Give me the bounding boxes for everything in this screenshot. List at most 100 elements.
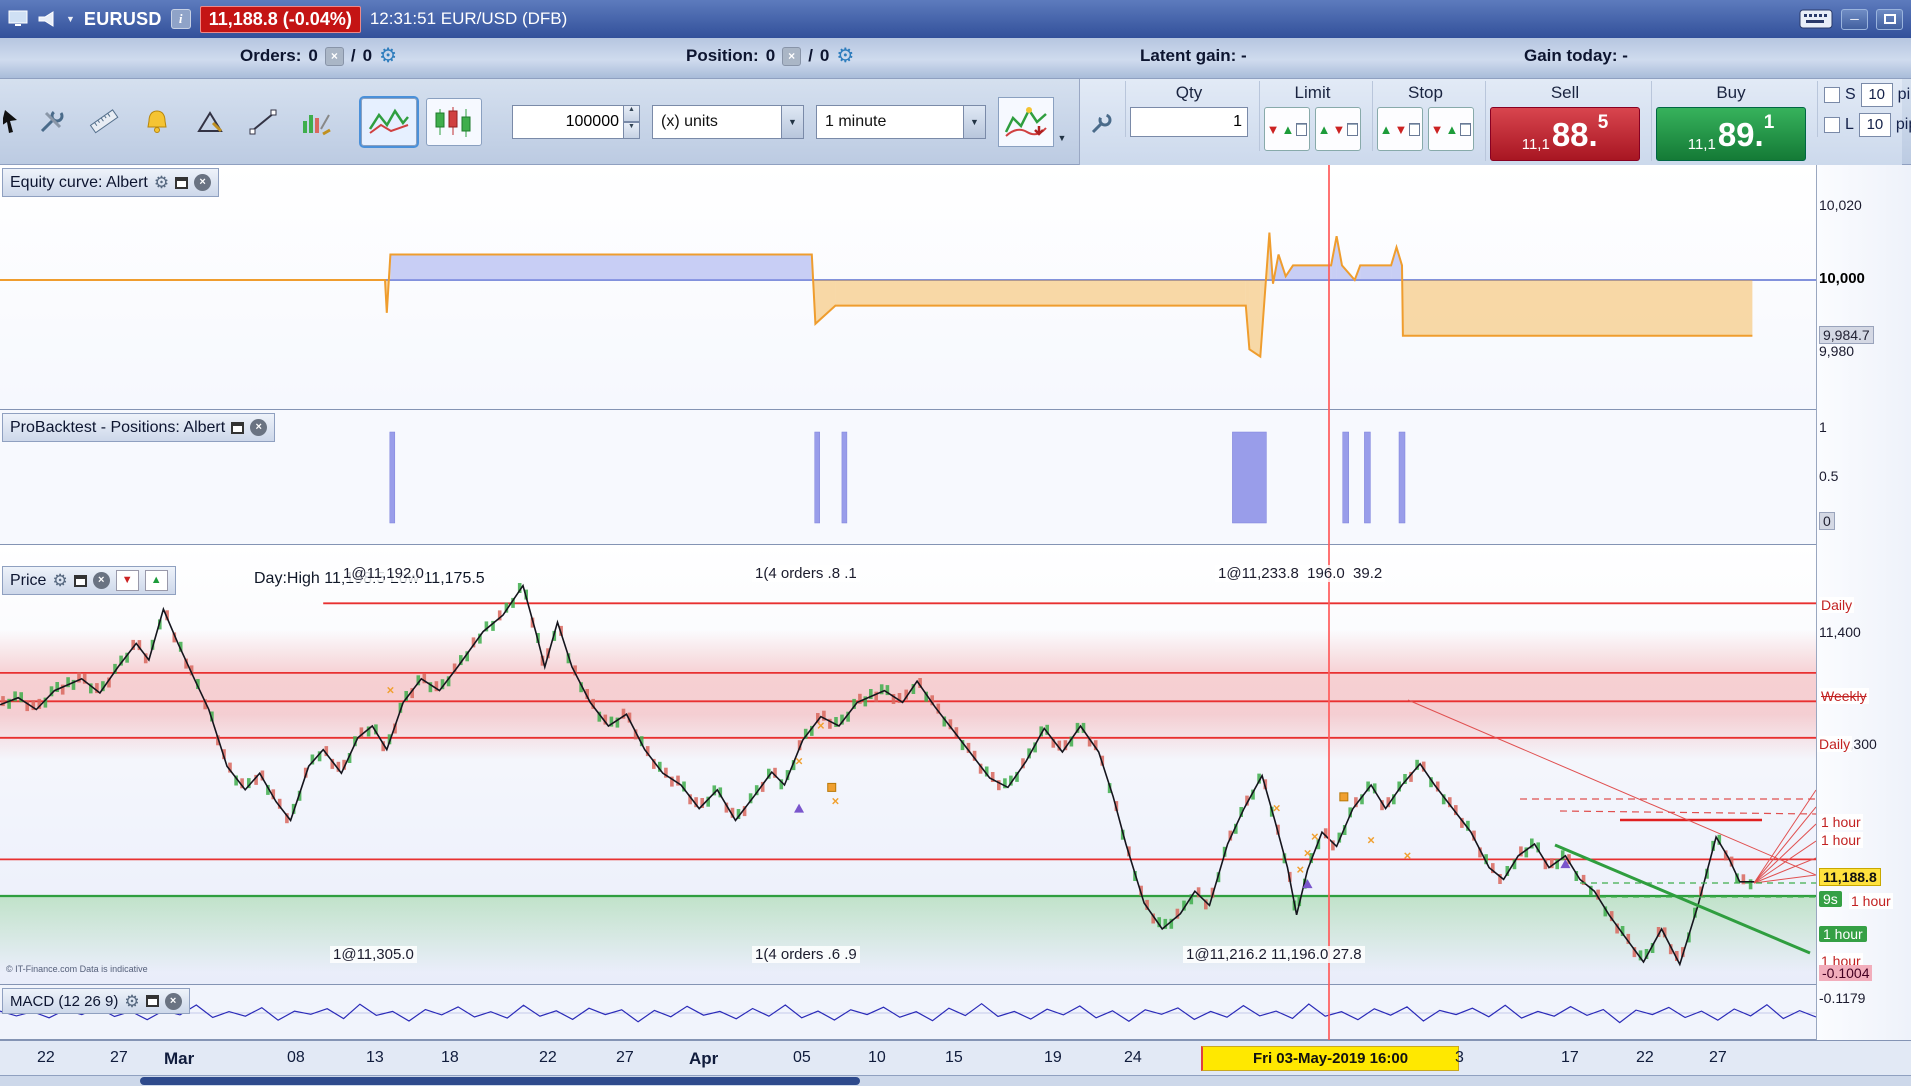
orders-label: Orders: — [240, 46, 302, 65]
restore-button[interactable] — [1876, 8, 1903, 30]
close-position-icon[interactable]: × — [782, 46, 802, 66]
sell-column: Sell 11,1 88. 5 — [1485, 81, 1644, 161]
prorealtime-window: ▼ EURUSD i 11,188.8 (-0.04%) 12:31:51 EU… — [0, 0, 1911, 1086]
scale-label: -0.1004 — [1819, 965, 1873, 981]
window-symbol[interactable]: EURUSD — [84, 9, 162, 30]
pattern-tool-icon[interactable] — [188, 99, 232, 145]
scale-label: 11,188.8 — [1819, 868, 1881, 886]
limit-header: Limit — [1294, 83, 1331, 102]
position-label: Position: — [686, 46, 759, 65]
time-axis-label: 08 — [287, 1049, 305, 1066]
chart-style-caret: ▼ — [1057, 133, 1067, 143]
order-position-bar: Orders: 0 × / 0 ⚙ Position: 0 × / 0 ⚙ La… — [0, 38, 1911, 79]
svg-text:×: × — [1296, 862, 1304, 877]
indicator-icon[interactable] — [294, 99, 338, 145]
buy-button[interactable]: 11,1 89. 1 — [1656, 107, 1806, 161]
scale-label: -0.1179 — [1819, 990, 1866, 1006]
window-controls: ─ — [1799, 8, 1903, 30]
positions-restore-icon[interactable] — [231, 421, 245, 434]
trade-annotation: 1(4 orders .8 .1 — [752, 565, 860, 582]
scrollbar-thumb[interactable] — [140, 1077, 860, 1085]
buy-order-icon[interactable]: ▲ — [144, 570, 168, 591]
sell-price-sup: 5 — [1597, 112, 1609, 133]
time-axis-label: 19 — [1044, 1049, 1062, 1066]
info-icon[interactable]: i — [170, 9, 191, 29]
order-qty-input[interactable] — [1130, 107, 1248, 137]
price-chart: ×××× ×××× ×× — [0, 583, 1816, 972]
position-settings-icon[interactable]: ⚙ — [836, 46, 854, 66]
position-group: Position: 0 × / 0 ⚙ — [686, 46, 854, 66]
sell-order-icon[interactable]: ▼ — [115, 570, 139, 591]
equity-restore-icon[interactable] — [175, 176, 189, 189]
stop-pips-input[interactable]: 10 — [1860, 83, 1893, 107]
time-axis-label: 18 — [441, 1049, 459, 1066]
time-axis-label: 27 — [1709, 1049, 1727, 1066]
candlestick-mode-button[interactable] — [426, 98, 482, 146]
trade-annotation: 1@11,192.0 — [340, 565, 427, 582]
orders-settings-icon[interactable]: ⚙ — [379, 46, 397, 66]
sell-limit-button[interactable]: ▲ ▼ — [1315, 107, 1361, 151]
macd-close-icon[interactable]: × — [164, 992, 182, 1010]
trading-settings-icon[interactable] — [1088, 111, 1114, 137]
ruler-icon[interactable] — [82, 99, 126, 145]
scale-label: Weekly — [1819, 688, 1869, 704]
minimize-button[interactable]: ─ — [1841, 8, 1868, 30]
sell-arrow-icon: ▼ — [1332, 121, 1346, 137]
scale-label: 10,000 — [1819, 270, 1865, 287]
scale-label: Daily — [1819, 597, 1855, 613]
svg-text:×: × — [1404, 848, 1412, 863]
limit-pips-input[interactable]: 10 — [1858, 113, 1891, 137]
svg-text:×: × — [1304, 845, 1312, 860]
chart-style-button[interactable]: ▼ — [998, 97, 1070, 147]
tools-icon[interactable] — [29, 99, 73, 145]
units-select[interactable]: (x) units ▼ — [652, 105, 804, 139]
alarm-icon[interactable] — [135, 99, 179, 145]
trendline-icon[interactable] — [241, 99, 285, 145]
time-axis-label: 13 — [366, 1049, 384, 1066]
buy-limit-button[interactable]: ▼ ▲ — [1264, 107, 1310, 151]
price-restore-icon[interactable] — [73, 574, 87, 587]
price-scale[interactable]: 10,020 10,000 9,984.7 9,980 1 0.5 0 Daily 11,400… — [1816, 165, 1911, 1040]
cursor-tool-icon[interactable] — [2, 99, 20, 145]
announcement-icon[interactable] — [37, 10, 57, 28]
price-settings-icon[interactable]: ⚙ — [52, 572, 67, 589]
spinner-up-icon[interactable]: ▲ — [624, 105, 640, 122]
stop-distance-checkbox[interactable] — [1824, 87, 1840, 103]
position-slash: / — [808, 46, 813, 65]
macd-settings-icon[interactable]: ⚙ — [124, 993, 139, 1010]
macd-restore-icon[interactable] — [145, 995, 159, 1007]
units-quantity-input[interactable] — [512, 105, 624, 139]
equity-panel-title: Equity curve: Albert — [10, 173, 148, 191]
limit-distance-checkbox[interactable] — [1824, 117, 1840, 133]
spinner-down-icon[interactable]: ▼ — [624, 122, 640, 139]
equity-panel-tab: Equity curve: Albert ⚙ × — [2, 168, 220, 197]
time-axis-label: 3 — [1455, 1049, 1464, 1066]
line-chart-mode-button[interactable] — [359, 96, 419, 148]
price-close-icon[interactable]: × — [92, 572, 110, 589]
buy-stop-button[interactable]: ▲ ▼ — [1377, 107, 1423, 151]
buy-column: Buy 11,1 89. 1 — [1651, 81, 1810, 161]
equity-settings-icon[interactable]: ⚙ — [154, 174, 169, 191]
equity-close-icon[interactable]: × — [194, 174, 212, 191]
limit-column: Limit ▼ ▲ ▲ ▼ — [1259, 81, 1365, 151]
orders-slash: / — [350, 46, 356, 65]
keyboard-icon[interactable] — [1799, 9, 1833, 29]
cancel-orders-icon[interactable]: × — [324, 46, 344, 66]
timeframe-select-caret: ▼ — [963, 106, 985, 138]
sell-button[interactable]: 11,1 88. 5 — [1490, 107, 1640, 161]
scale-label: 11,400 — [1819, 624, 1861, 640]
buy-arrow-icon: ▲ — [1379, 121, 1393, 137]
scale-label: 9s — [1819, 891, 1842, 907]
units-quantity-stepper: ▲ ▼ — [512, 105, 640, 139]
order-ticket-icon — [1460, 122, 1472, 136]
sell-stop-button[interactable]: ▼ ▲ — [1428, 107, 1474, 151]
titlebar: ▼ EURUSD i 11,188.8 (-0.04%) 12:31:51 EU… — [0, 0, 1911, 38]
positions-close-icon[interactable]: × — [250, 419, 268, 436]
timeframe-select[interactable]: 1 minute ▼ — [816, 105, 986, 139]
sell-arrow-icon: ▼ — [1394, 121, 1408, 137]
monitor-icon[interactable] — [8, 10, 28, 28]
svg-text:×: × — [1311, 829, 1319, 844]
time-axis-label: Mar — [164, 1049, 195, 1068]
symbol-dropdown-caret[interactable]: ▼ — [66, 14, 75, 24]
scale-label: 1 — [1819, 419, 1827, 435]
